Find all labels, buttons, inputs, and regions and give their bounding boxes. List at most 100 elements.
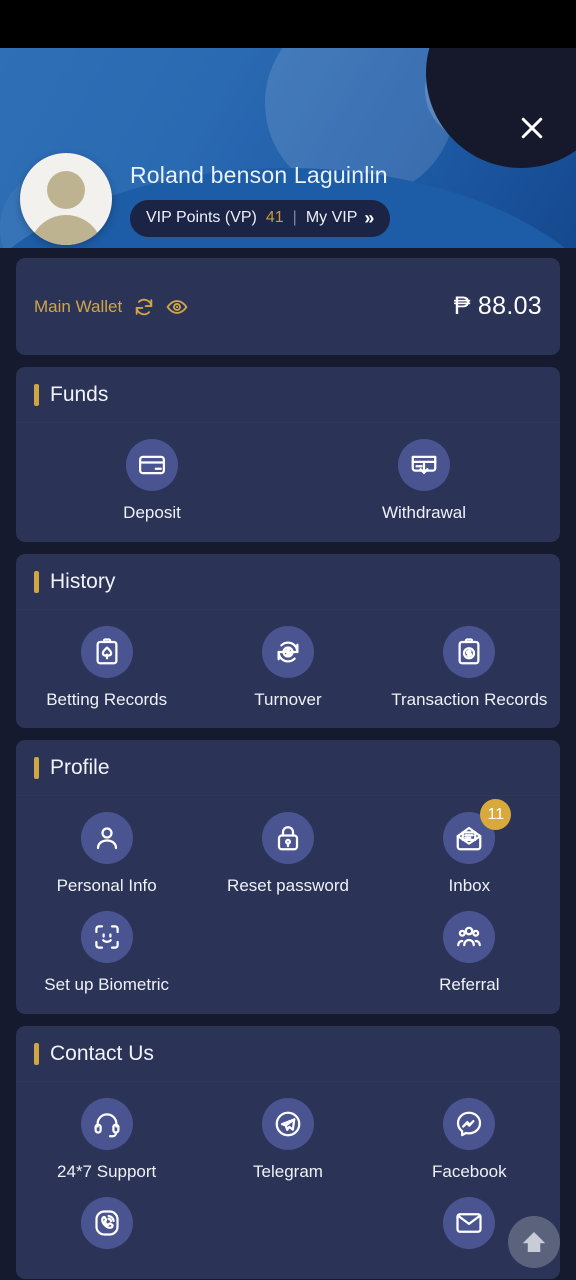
- tile-label: Telegram: [253, 1161, 323, 1181]
- tile-label: Personal Info: [56, 876, 157, 896]
- wallet-balance: ₱ 88.03: [453, 292, 542, 320]
- eye-icon[interactable]: [166, 296, 188, 318]
- section-accent-bar: [34, 384, 39, 406]
- profile-header: Roland benson Laguinlin VIP Points (VP) …: [0, 48, 576, 248]
- refresh-dollar-icon: [277, 641, 299, 663]
- section-card-profile: Profile Personal Info Reset password 11 Inbo…: [16, 740, 560, 1014]
- tile-reset-password[interactable]: Reset password: [197, 812, 378, 897]
- section-title: Contact Us: [50, 1041, 154, 1065]
- tile-label: Inbox: [448, 876, 491, 896]
- viber-icon: [95, 1210, 119, 1236]
- avatar[interactable]: [20, 153, 112, 245]
- tile-facebook[interactable]: Facebook: [379, 1097, 560, 1183]
- tile-icon-circle: [261, 812, 314, 865]
- close-icon: [521, 117, 543, 139]
- tile-icon-circle: [443, 625, 496, 678]
- tile-24-7-support[interactable]: 24*7 Support: [16, 1097, 197, 1183]
- section-header: Funds: [16, 367, 560, 423]
- mail-open-icon: [456, 827, 482, 851]
- section-grid: Personal Info Reset password 11 Inbox Set up…: [16, 796, 560, 1013]
- face-id-icon: [94, 925, 119, 949]
- notification-badge: 11: [480, 799, 512, 831]
- tile-icon-circle: [443, 1097, 496, 1150]
- profile-page: Roland benson Laguinlin VIP Points (VP) …: [0, 0, 576, 1280]
- status-bar: [0, 0, 576, 48]
- wallet-label: Main Wallet: [34, 296, 123, 316]
- tile-label: Turnover: [254, 689, 322, 709]
- tile-label: Withdrawal: [381, 503, 467, 522]
- section-title: Profile: [50, 756, 110, 780]
- arrow-up-home-icon: [522, 1232, 546, 1252]
- tile-telegram[interactable]: Telegram: [197, 1097, 378, 1183]
- card-icon: [139, 455, 165, 475]
- vip-separator: |: [292, 209, 297, 226]
- grid-spacer: [197, 911, 378, 996]
- avatar-body: [29, 215, 103, 245]
- scroll-to-top-button[interactable]: [508, 1216, 560, 1268]
- tile-icon-circle: 11: [443, 799, 512, 865]
- section-grid: Betting Records Turnover Transaction Recor…: [16, 610, 560, 729]
- tile-label: Referral: [439, 975, 500, 995]
- tile-icon-circle: [80, 812, 133, 865]
- tile-label: Betting Records: [46, 689, 168, 709]
- tile-label: Reset password: [227, 876, 349, 896]
- tile-label: 24*7 Support: [57, 1161, 157, 1181]
- section-card-contact-us: Contact Us 24*7 Support Telegram Facebook: [16, 1025, 560, 1279]
- sections-container: Funds Deposit Withdrawal History Betting Rec…: [0, 367, 576, 1279]
- lock-icon: [277, 826, 299, 851]
- messenger-icon: [457, 1111, 482, 1137]
- vip-points-value: 41: [265, 209, 284, 226]
- grid-spacer: [197, 1197, 378, 1261]
- tile-label: Transaction Records: [391, 689, 548, 709]
- user-icon: [96, 827, 117, 850]
- refresh-icon[interactable]: [133, 296, 155, 318]
- group-icon: [457, 926, 482, 947]
- tile-transaction-records[interactable]: Transaction Records: [379, 625, 560, 711]
- tile-icon-circle: [80, 911, 133, 964]
- section-header: Contact Us: [16, 1026, 560, 1082]
- tile-icon-circle: [126, 439, 178, 491]
- tile-icon-circle: [261, 1097, 314, 1150]
- tile-betting-records[interactable]: Betting Records: [16, 625, 197, 711]
- tile-icon-circle: [80, 1097, 133, 1150]
- tile-icon-circle: [80, 625, 133, 678]
- headset-icon: [94, 1113, 120, 1138]
- tile-icon-circle: [443, 911, 496, 964]
- vip-points-label: VIP Points (VP): [146, 209, 257, 226]
- section-accent-bar: [34, 757, 39, 780]
- section-header: Profile: [16, 740, 560, 797]
- close-button[interactable]: [510, 106, 554, 150]
- main-wallet-card: Main Wallet ₱ 88.03: [16, 258, 560, 355]
- profile-identity: Roland benson Laguinlin VIP Points (VP) …: [20, 153, 391, 245]
- section-card-funds: Funds Deposit Withdrawal: [16, 367, 560, 542]
- tile-personal-info[interactable]: Personal Info: [16, 812, 197, 897]
- tile-label: Deposit: [123, 503, 181, 522]
- tile-inbox[interactable]: 11 Inbox: [379, 799, 560, 897]
- tile-label: Facebook: [431, 1161, 507, 1181]
- tile-icon-circle: [398, 439, 450, 491]
- my-vip-label: My VIP: [305, 209, 358, 226]
- section-grid: 24*7 Support Telegram Facebook: [16, 1082, 560, 1279]
- tile-viber[interactable]: [16, 1196, 197, 1261]
- section-accent-bar: [34, 570, 39, 593]
- tile-icon-circle: [443, 1196, 496, 1249]
- tile-label: Set up Biometric: [44, 975, 170, 995]
- tile-set-up-biometric[interactable]: Set up Biometric: [16, 911, 197, 996]
- section-accent-bar: [34, 1042, 39, 1065]
- tile-icon-circle: [80, 1196, 133, 1249]
- tile-deposit[interactable]: Deposit: [16, 439, 288, 524]
- section-title: Funds: [50, 383, 109, 406]
- chevron-right-icon: »: [364, 207, 375, 228]
- section-title: History: [50, 569, 116, 593]
- clipboard-dollar-icon: [458, 638, 480, 665]
- clipboard-spade-icon: [96, 638, 118, 665]
- avatar-head: [47, 171, 85, 209]
- section-grid: Deposit Withdrawal: [16, 423, 560, 542]
- card-download-icon: [411, 455, 437, 474]
- envelope-icon: [456, 1212, 482, 1233]
- tile-withdrawal[interactable]: Withdrawal: [288, 439, 560, 524]
- tile-turnover[interactable]: Turnover: [197, 625, 378, 711]
- tile-referral[interactable]: Referral: [379, 911, 560, 996]
- username: Roland benson Laguinlin: [130, 161, 388, 188]
- vip-points-pill[interactable]: VIP Points (VP) 41 | My VIP »: [130, 199, 391, 237]
